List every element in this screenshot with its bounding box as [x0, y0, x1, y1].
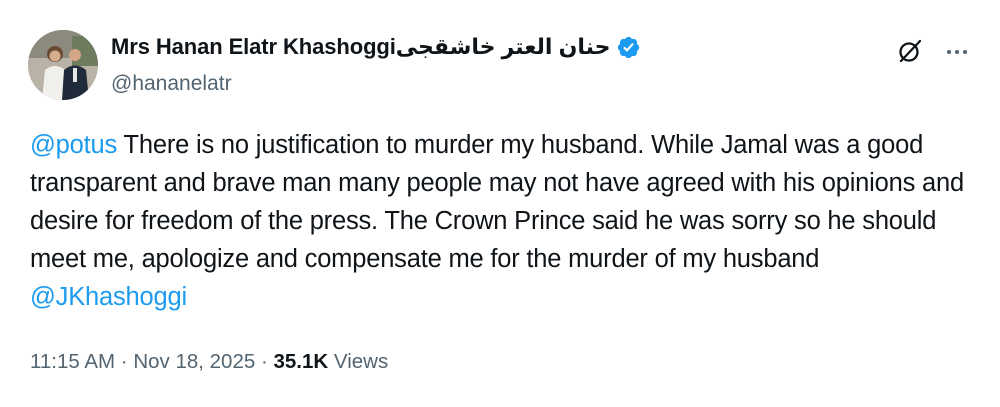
- tweet-text: @potus There is no justification to murd…: [30, 126, 975, 316]
- avatar[interactable]: [28, 30, 98, 100]
- tweet-card: Mrs Hanan Elatr Khashoggiحنان العتر خاشق…: [0, 0, 1000, 407]
- meta-separator: ·: [115, 350, 134, 373]
- avatar-photo: [28, 30, 98, 100]
- author-name-row: Mrs Hanan Elatr Khashoggiحنان العتر خاشق…: [111, 34, 641, 60]
- tweet-meta: 11:15 AM · Nov 18, 2025 · 35.1K Views: [30, 350, 388, 374]
- views-label: Views: [328, 350, 389, 373]
- more-options-icon[interactable]: [945, 40, 969, 64]
- tweet-time[interactable]: 11:15 AM: [30, 350, 115, 373]
- author-handle[interactable]: @hananelatr: [111, 72, 232, 96]
- meta-separator: ·: [255, 350, 274, 373]
- grok-icon[interactable]: [897, 38, 923, 64]
- tweet-date[interactable]: Nov 18, 2025: [133, 350, 255, 373]
- mention-link-potus[interactable]: @potus: [30, 131, 117, 159]
- verified-badge-icon[interactable]: [616, 35, 641, 60]
- author-display-name[interactable]: Mrs Hanan Elatr Khashoggiحنان العتر خاشق…: [111, 34, 611, 60]
- mention-link-jkhashoggi[interactable]: @JKhashoggi: [30, 283, 187, 311]
- tweet-body-text: There is no justification to murder my h…: [30, 131, 964, 273]
- views-count[interactable]: 35.1K: [273, 350, 328, 373]
